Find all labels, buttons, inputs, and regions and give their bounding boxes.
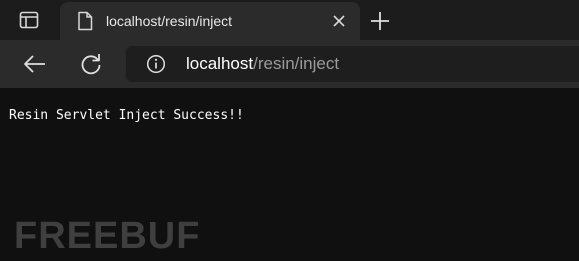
toolbar: localhost/resin/inject (0, 40, 579, 88)
refresh-icon (81, 54, 101, 75)
address-bar[interactable]: localhost/resin/inject (126, 46, 579, 82)
tab-title: localhost/resin/inject (106, 13, 233, 29)
refresh-button[interactable] (76, 50, 106, 78)
url-text[interactable]: localhost/resin/inject (186, 54, 339, 74)
page-body-text: Resin Servlet Inject Success!! (9, 108, 244, 123)
tab-actions-button[interactable] (8, 6, 50, 34)
browser-window: localhost/resin/inject localhost/resin/i… (0, 0, 579, 261)
plus-icon[interactable] (368, 9, 392, 33)
document-icon (78, 11, 93, 31)
tab-active[interactable]: localhost/resin/inject (60, 2, 360, 40)
close-icon[interactable] (330, 12, 348, 30)
tab-strip: localhost/resin/inject (0, 0, 579, 40)
url-path: /resin/inject (253, 54, 340, 73)
page-content: Resin Servlet Inject Success!! FREEBUF (0, 88, 579, 261)
back-button[interactable] (20, 50, 50, 78)
back-arrow-icon (24, 55, 45, 73)
info-icon[interactable] (146, 54, 166, 74)
tab-actions-icon (19, 11, 39, 29)
freebuf-watermark-logo: FREEBUF (14, 215, 200, 252)
url-host: localhost (186, 54, 254, 73)
watermark-text: FREEBUF (14, 215, 200, 252)
